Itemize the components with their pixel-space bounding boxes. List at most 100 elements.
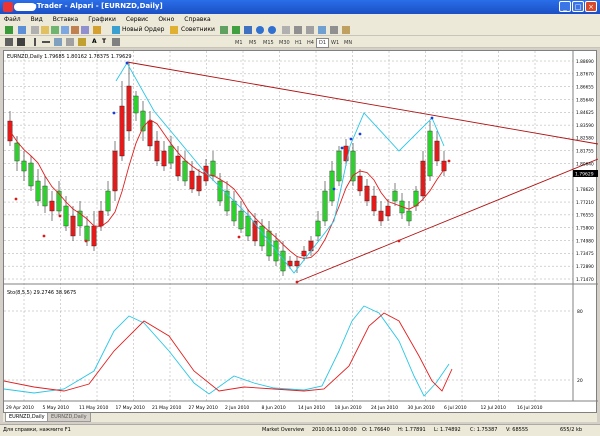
stochastic-signal-line <box>3 312 453 392</box>
close-button[interactable]: × <box>585 1 597 12</box>
status-traffic: 655/2 kb <box>560 427 583 433</box>
candle-body <box>420 160 426 197</box>
chart-shift-icon[interactable] <box>306 26 314 34</box>
status-low: L: 1.74892 <box>434 427 461 433</box>
candle-body <box>28 162 34 187</box>
date-tick-label: 24 Jun 2010 <box>371 405 398 411</box>
fractal-down-dot <box>397 239 401 243</box>
menu-help[interactable]: Справка <box>184 16 210 23</box>
trendline-icon[interactable] <box>54 38 62 46</box>
auto-scroll-icon[interactable] <box>294 26 302 34</box>
advisors-icon[interactable] <box>170 26 178 34</box>
candle-body <box>210 160 216 177</box>
candle-body <box>35 180 41 202</box>
cursor-icon[interactable] <box>5 38 13 46</box>
candle-body <box>21 160 27 172</box>
vertical-line-icon[interactable] <box>34 38 36 46</box>
stochastic-main-line <box>3 305 450 397</box>
new-chart-icon[interactable] <box>5 26 13 34</box>
timeframe-m15[interactable]: M15 <box>260 38 277 48</box>
date-tick-label: 12 Jul 2010 <box>481 405 507 411</box>
candle-body <box>182 160 188 182</box>
periods-icon[interactable] <box>330 26 338 34</box>
timeframe-mn[interactable]: MN <box>341 38 355 48</box>
window-icon[interactable] <box>31 26 39 34</box>
zoom-in-icon[interactable] <box>256 26 264 34</box>
terminal-icon[interactable] <box>71 26 79 34</box>
candle-body <box>98 210 104 227</box>
timeframe-m30[interactable]: M30 <box>276 38 293 48</box>
bar-chart-icon[interactable] <box>220 26 228 34</box>
candle-body <box>217 180 223 202</box>
timeframe-w1[interactable]: W1 <box>328 38 342 48</box>
maximize-button[interactable]: □ <box>572 1 584 12</box>
candle-body <box>70 215 76 237</box>
new-order-icon[interactable] <box>112 26 120 34</box>
status-open: O: 1.76640 <box>362 427 390 433</box>
price-tick-label: 1.71470 <box>576 277 594 283</box>
price-tick-label: 1.88690 <box>576 59 594 65</box>
navigator-icon[interactable] <box>61 26 69 34</box>
candle-body <box>147 120 153 147</box>
tab-chart-1[interactable]: EURNZD,Daily <box>5 413 49 422</box>
candle-body <box>385 205 391 217</box>
menu-insert[interactable]: Вставка <box>53 16 78 23</box>
date-tick-label: 27 May 2010 <box>189 405 218 411</box>
indicators-icon[interactable] <box>318 26 326 34</box>
price-tick-label: 1.85640 <box>576 97 594 103</box>
candle-body <box>315 220 321 237</box>
time-scale: 29 Apr 2010 5 May 2010 11 May 2010 17 May 2… <box>6 405 543 411</box>
zoom-out-icon[interactable] <box>268 26 276 34</box>
drawing-toolbar: A T M1 M5 M15 M30 H1 H4 D1 W1 MN <box>0 36 600 48</box>
date-tick-label: 6 Jul 2010 <box>444 405 467 411</box>
menu-charts[interactable]: Графики <box>88 16 116 23</box>
tile-windows-icon[interactable] <box>282 26 290 34</box>
candle-body <box>273 240 279 262</box>
tab-chart-2[interactable]: EURNZD,Daily <box>47 413 91 422</box>
market-watch-icon[interactable] <box>41 26 49 34</box>
candle-body <box>287 260 293 267</box>
minimize-button[interactable]: _ <box>559 1 571 12</box>
candlestick-icon[interactable] <box>232 26 240 34</box>
chart-window[interactable]: EURNZD,Daily 1.79685 1.80162 1.78375 1.7… <box>3 50 599 414</box>
price-tick-label: 1.77210 <box>576 200 594 206</box>
advisors-button[interactable]: Советники <box>181 26 215 33</box>
menu-window[interactable]: Окно <box>158 16 174 23</box>
fractal-down-dot <box>14 197 18 201</box>
horizontal-line-icon[interactable] <box>42 41 50 43</box>
label-tool-button[interactable]: T <box>102 38 106 45</box>
data-window-icon[interactable] <box>51 26 59 34</box>
fractal-down-dot <box>447 159 451 163</box>
lower-trendline <box>296 158 599 283</box>
menu-view[interactable]: Вид <box>31 16 43 23</box>
crosshair-icon[interactable] <box>17 38 25 46</box>
timeframe-m1[interactable]: M1 <box>232 38 246 48</box>
fractal-up-dot <box>349 137 353 141</box>
price-tick-label: 1.84625 <box>576 110 594 116</box>
timeframe-h4[interactable]: H4 <box>304 38 317 48</box>
candle-body <box>119 105 125 157</box>
channel-icon[interactable] <box>66 38 74 46</box>
candle-body <box>42 185 48 207</box>
menu-tools[interactable]: Сервис <box>126 16 148 23</box>
candle-body <box>329 170 335 202</box>
fibonacci-icon[interactable] <box>78 38 86 46</box>
profiles-icon[interactable] <box>18 26 26 34</box>
line-chart-icon[interactable] <box>244 26 252 34</box>
tester-icon[interactable] <box>81 26 89 34</box>
text-tool-button[interactable]: A <box>92 38 97 45</box>
candle-body <box>91 225 97 247</box>
arrows-icon[interactable] <box>112 38 120 46</box>
timeframe-h1[interactable]: H1 <box>292 38 305 48</box>
timeframe-m5[interactable]: M5 <box>246 38 260 48</box>
fractal-down-dot <box>42 234 46 238</box>
new-order-button[interactable]: Новый Ордер <box>122 26 164 33</box>
title-bar: MetaTrader - Alpari - [EURNZD,Daily] _ □… <box>0 0 600 14</box>
menu-file[interactable]: Файл <box>4 16 21 23</box>
editor-icon[interactable] <box>93 26 101 34</box>
stoch-level-80: 80 <box>577 309 583 315</box>
status-datetime: 2010.06.11 00:00 <box>312 427 357 433</box>
templates-icon[interactable] <box>342 26 350 34</box>
candle-body <box>63 205 69 227</box>
price-chart[interactable]: EURNZD,Daily 1.79685 1.80162 1.78375 1.7… <box>3 51 599 414</box>
